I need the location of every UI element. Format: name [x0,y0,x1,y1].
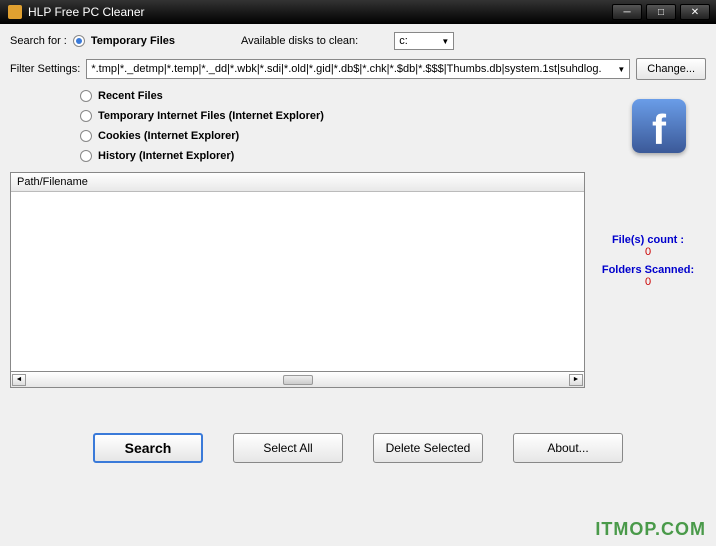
results-table[interactable]: Path/Filename [10,172,585,372]
filter-combobox[interactable]: *.tmp|*._detmp|*.temp|*._dd|*.wbk|*.sdi|… [86,59,630,79]
option-temp-internet-files: Temporary Internet Files (Internet Explo… [80,110,706,122]
maximize-button[interactable]: □ [646,4,676,20]
facebook-icon[interactable]: f [632,99,686,153]
temp-internet-files-radio[interactable] [80,110,92,122]
folders-scanned-value: 0 [593,276,703,288]
temporary-files-radio[interactable] [73,35,85,47]
minimize-button[interactable]: ─ [612,4,642,20]
search-button[interactable]: Search [93,433,203,463]
recent-files-radio[interactable] [80,90,92,102]
titlebar: HLP Free PC Cleaner ─ □ ✕ [0,0,716,24]
change-button[interactable]: Change... [636,58,706,80]
scroll-right-icon[interactable]: ► [569,374,583,386]
app-icon [8,5,22,19]
option-label: Temporary Internet Files (Internet Explo… [98,110,324,122]
results-table-wrap: Path/Filename ◄ ► [10,172,585,388]
content-area: Search for : Temporary Files Available d… [0,24,716,546]
search-for-label: Search for : [10,35,67,47]
scroll-left-icon[interactable]: ◄ [12,374,26,386]
scroll-thumb[interactable] [283,375,313,385]
option-cookies: Cookies (Internet Explorer) [80,130,706,142]
button-bar: Search Select All Delete Selected About.… [10,433,706,463]
main-area: Path/Filename ◄ ► File(s) count : 0 Fold… [10,172,706,388]
table-header-path[interactable]: Path/Filename [11,173,584,192]
select-all-button[interactable]: Select All [233,433,343,463]
window-controls: ─ □ ✕ [612,4,716,20]
search-for-row: Search for : Temporary Files Available d… [10,32,706,50]
history-radio[interactable] [80,150,92,162]
about-button[interactable]: About... [513,433,623,463]
cookies-radio[interactable] [80,130,92,142]
filter-value: *.tmp|*._detmp|*.temp|*._dd|*.wbk|*.sdi|… [91,63,601,75]
disk-select[interactable]: c: ▼ [394,32,454,50]
delete-selected-button[interactable]: Delete Selected [373,433,483,463]
options-group: Recent Files Temporary Internet Files (I… [80,90,706,162]
filter-row: Filter Settings: *.tmp|*._detmp|*.temp|*… [10,58,706,80]
option-label: History (Internet Explorer) [98,150,234,162]
disk-selected-value: c: [399,35,408,47]
option-label: Cookies (Internet Explorer) [98,130,239,142]
close-button[interactable]: ✕ [680,4,710,20]
chevron-down-icon: ▼ [617,65,625,74]
window-title: HLP Free PC Cleaner [28,5,612,19]
files-count-label: File(s) count : [593,234,703,246]
temporary-files-label: Temporary Files [91,35,175,47]
option-recent-files: Recent Files [80,90,706,102]
horizontal-scrollbar[interactable]: ◄ ► [10,372,585,388]
chevron-down-icon: ▼ [441,37,449,46]
option-history: History (Internet Explorer) [80,150,706,162]
folders-scanned-label: Folders Scanned: [593,264,703,276]
option-label: Recent Files [98,90,163,102]
available-disks-label: Available disks to clean: [241,35,358,47]
filter-label: Filter Settings: [10,63,80,75]
stats-panel: File(s) count : 0 Folders Scanned: 0 [593,172,703,388]
watermark: ITMOP.COM [595,519,706,540]
files-count-value: 0 [593,246,703,258]
